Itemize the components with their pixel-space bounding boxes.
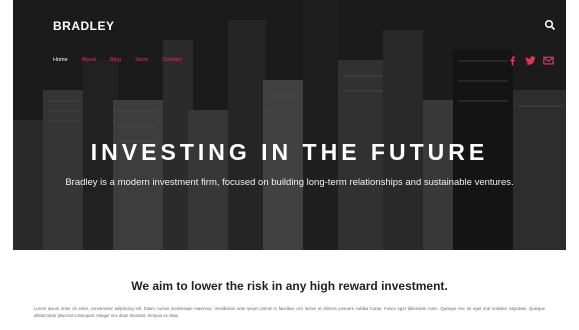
brand-logo[interactable]: BRADLEY — [53, 19, 115, 33]
twitter-icon[interactable] — [525, 53, 536, 65]
intro-paragraph: Lorem ipsum dolor sit amet, consectetur … — [34, 306, 545, 318]
main-nav: Home About Blog Store Contact — [53, 57, 181, 63]
nav-item-contact[interactable]: Contact — [162, 57, 181, 63]
hero-overlay — [13, 0, 566, 250]
social-links — [507, 53, 554, 66]
facebook-icon[interactable] — [507, 53, 518, 66]
nav-item-home[interactable]: Home — [53, 57, 68, 63]
hero-title: INVESTING IN THE FUTURE — [90, 139, 489, 165]
mail-icon[interactable] — [543, 53, 554, 65]
nav-item-blog[interactable]: Blog — [110, 57, 121, 63]
section-tagline: We aim to lower the risk in any high rew… — [131, 279, 448, 293]
nav-item-store[interactable]: Store — [135, 57, 148, 63]
nav-item-about[interactable]: About — [82, 57, 96, 63]
hero-banner: BRADLEY Home About Blog Store Contact IN… — [13, 0, 566, 250]
search-icon[interactable] — [544, 19, 556, 31]
hero-subtitle: Bradley is a modern investment firm, foc… — [65, 177, 514, 188]
